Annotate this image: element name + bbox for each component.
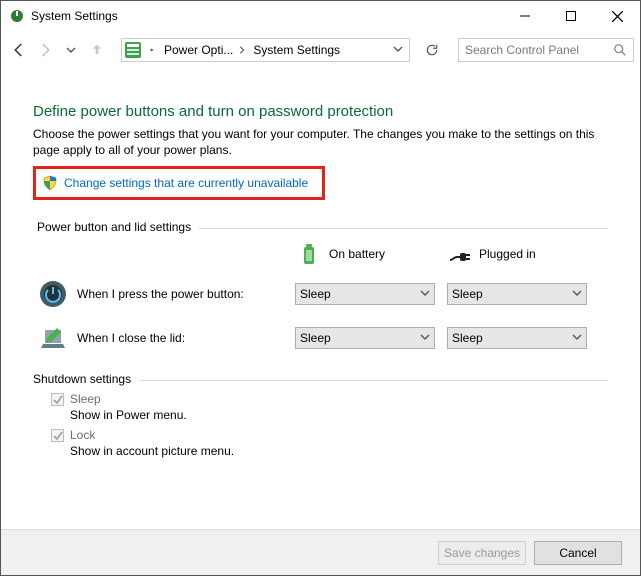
- row-label: When I close the lid:: [77, 331, 295, 345]
- content-area: Define power buttons and turn on passwor…: [1, 69, 640, 529]
- battery-icon: [297, 242, 321, 266]
- checkbox-label: Lock: [70, 428, 95, 442]
- chevron-down-icon: [572, 331, 582, 345]
- change-settings-highlight: Change settings that are currently unava…: [33, 166, 325, 200]
- checkbox-sleep[interactable]: Sleep: [51, 392, 608, 406]
- breadcrumb-item-system-settings[interactable]: System Settings: [249, 39, 342, 61]
- control-panel-icon: [124, 41, 142, 59]
- app-icon: [9, 8, 25, 24]
- select-value: Sleep: [300, 287, 331, 301]
- select-value: Sleep: [452, 331, 483, 345]
- col-label: Plugged in: [479, 247, 536, 261]
- select-value: Sleep: [452, 287, 483, 301]
- close-lid-battery-select[interactable]: Sleep: [295, 327, 435, 349]
- column-headers: On battery Plugged in: [33, 242, 608, 266]
- plug-icon: [447, 242, 471, 266]
- row-power-button: When I press the power button: Sleep Sle…: [33, 278, 608, 310]
- recent-dropdown[interactable]: [59, 38, 83, 62]
- row-label: When I press the power button:: [77, 287, 295, 301]
- checkbox-lock[interactable]: Lock: [51, 428, 608, 442]
- laptop-lid-icon: [37, 322, 69, 354]
- save-button[interactable]: Save changes: [438, 541, 526, 565]
- footer: Save changes Cancel: [1, 529, 640, 575]
- power-button-battery-select[interactable]: Sleep: [295, 283, 435, 305]
- breadcrumb-label: System Settings: [253, 43, 340, 57]
- select-value: Sleep: [300, 331, 331, 345]
- section-shutdown: Shutdown settings: [33, 372, 608, 388]
- window-title: System Settings: [31, 9, 118, 23]
- page-description: Choose the power settings that you want …: [33, 126, 608, 158]
- section-power-lid: Power button and lid settings: [37, 220, 608, 236]
- back-button[interactable]: [7, 38, 31, 62]
- close-button[interactable]: [594, 1, 640, 31]
- breadcrumb-history-caret[interactable]: [393, 43, 409, 57]
- checkbox-icon: [51, 429, 64, 442]
- search-placeholder: Search Control Panel: [465, 43, 613, 57]
- section-label: Shutdown settings: [33, 372, 139, 386]
- checkbox-label: Sleep: [70, 392, 101, 406]
- row-close-lid: When I close the lid: Sleep Sleep: [33, 322, 608, 354]
- button-label: Save changes: [444, 546, 520, 560]
- refresh-button[interactable]: [418, 38, 446, 62]
- breadcrumb-root-caret[interactable]: [146, 39, 160, 61]
- search-input[interactable]: Search Control Panel: [458, 38, 634, 62]
- page-heading: Define power buttons and turn on passwor…: [33, 103, 608, 120]
- up-button[interactable]: [85, 38, 109, 62]
- nav-toolbar: Power Opti... System Settings Search Con…: [1, 31, 640, 69]
- button-label: Cancel: [559, 546, 596, 560]
- breadcrumb-caret-1[interactable]: [235, 39, 249, 61]
- checkbox-sleep-sub: Show in Power menu.: [70, 408, 608, 422]
- chevron-down-icon: [572, 287, 582, 301]
- chevron-down-icon: [420, 287, 430, 301]
- breadcrumb-item-power-options[interactable]: Power Opti...: [160, 39, 235, 61]
- breadcrumb[interactable]: Power Opti... System Settings: [121, 38, 410, 62]
- checkbox-icon: [51, 393, 64, 406]
- cancel-button[interactable]: Cancel: [534, 541, 622, 565]
- col-label: On battery: [329, 247, 385, 261]
- power-button-icon: [37, 278, 69, 310]
- col-on-battery: On battery: [297, 242, 447, 266]
- power-button-plugged-select[interactable]: Sleep: [447, 283, 587, 305]
- minimize-button[interactable]: [502, 1, 548, 31]
- titlebar: System Settings: [1, 1, 640, 31]
- shield-icon: [42, 175, 58, 191]
- forward-button[interactable]: [33, 38, 57, 62]
- chevron-down-icon: [420, 331, 430, 345]
- section-label: Power button and lid settings: [37, 220, 199, 234]
- breadcrumb-label: Power Opti...: [164, 43, 233, 57]
- change-settings-link[interactable]: Change settings that are currently unava…: [64, 176, 308, 190]
- maximize-button[interactable]: [548, 1, 594, 31]
- col-plugged-in: Plugged in: [447, 242, 597, 266]
- checkbox-lock-sub: Show in account picture menu.: [70, 444, 608, 458]
- close-lid-plugged-select[interactable]: Sleep: [447, 327, 587, 349]
- search-icon: [613, 43, 627, 57]
